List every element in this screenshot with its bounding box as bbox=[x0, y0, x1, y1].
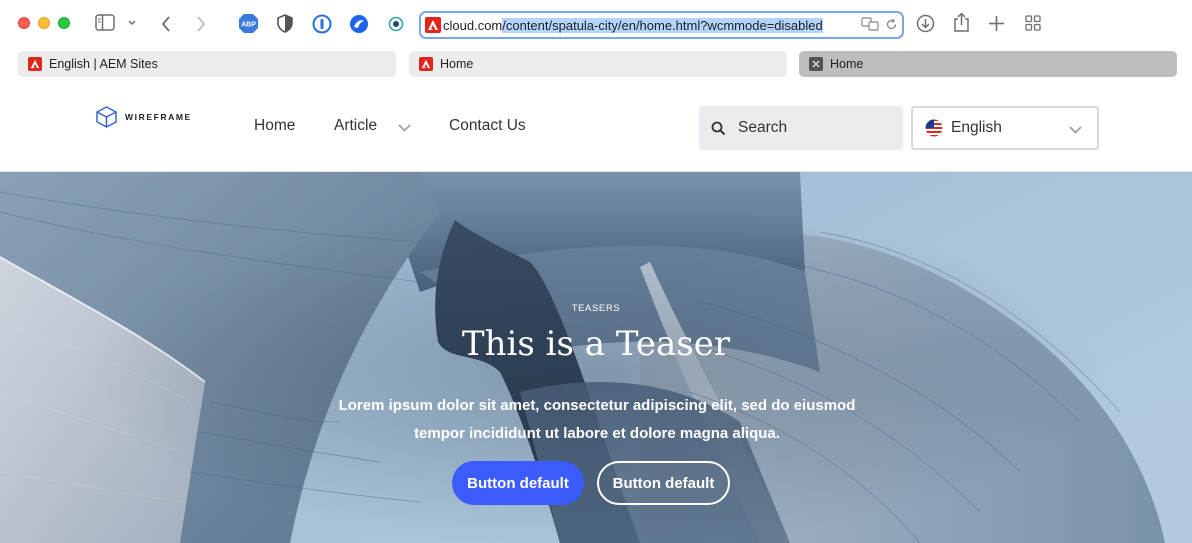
chevron-down-icon[interactable] bbox=[127, 19, 137, 27]
minimize-window-button[interactable] bbox=[38, 17, 50, 29]
hero-teaser: TEASERS This is a Teaser Lorem ipsum dol… bbox=[0, 172, 1192, 543]
tab-bar: English | AEM Sites Home Home bbox=[0, 48, 1192, 82]
reload-icon[interactable] bbox=[885, 18, 898, 34]
share-icon[interactable] bbox=[953, 12, 970, 33]
shield-icon[interactable] bbox=[277, 14, 293, 33]
search-input[interactable]: Search bbox=[699, 106, 903, 150]
tab-aem-sites[interactable]: English | AEM Sites bbox=[18, 51, 396, 77]
browser-toolbar: ABP cloud.com/content/spatula-city/en/ho… bbox=[0, 0, 1192, 48]
search-placeholder: Search bbox=[738, 119, 788, 136]
translate-icon[interactable] bbox=[861, 17, 879, 34]
url-actions bbox=[861, 17, 898, 34]
tab-label: Home bbox=[440, 57, 474, 71]
sidebar-icon[interactable] bbox=[95, 14, 115, 31]
tab-label: English | AEM Sites bbox=[49, 57, 158, 71]
chevron-down-icon bbox=[1068, 122, 1083, 140]
nav-home[interactable]: Home bbox=[254, 117, 295, 135]
tab-label: Home bbox=[830, 57, 864, 71]
url-selected-text: /content/spatula-city/en/home.html?wcmmo… bbox=[502, 17, 823, 33]
teaser-description: Lorem ipsum dolor sit amet, consectetur … bbox=[338, 397, 856, 442]
logo-text: WIREFRAME bbox=[125, 112, 192, 122]
download-icon[interactable] bbox=[916, 14, 935, 33]
password-manager-icon[interactable] bbox=[312, 14, 332, 34]
teaser-title: This is a Teaser bbox=[461, 324, 731, 364]
site-header: WIREFRAME Home Article Contact Us Search bbox=[0, 82, 1192, 172]
forward-icon[interactable] bbox=[195, 15, 207, 33]
teaser-pretitle: TEASERS bbox=[571, 303, 621, 314]
us-flag-icon bbox=[925, 119, 943, 137]
nav-contact-us[interactable]: Contact Us bbox=[449, 117, 526, 135]
nav-article[interactable]: Article bbox=[334, 117, 377, 135]
adobe-favicon-icon bbox=[28, 57, 42, 71]
back-icon[interactable] bbox=[160, 15, 172, 33]
primary-button[interactable]: Button default bbox=[452, 461, 584, 505]
site-logo[interactable]: WIREFRAME bbox=[96, 106, 192, 128]
tab-home-active[interactable]: Home bbox=[799, 51, 1177, 77]
language-label: English bbox=[951, 119, 1002, 136]
extension-icon[interactable] bbox=[349, 14, 369, 34]
url-prefix: cloud.com bbox=[443, 17, 503, 33]
tab-home[interactable]: Home bbox=[409, 51, 787, 77]
svg-text:ABP: ABP bbox=[241, 22, 256, 29]
chevron-down-icon[interactable] bbox=[397, 120, 412, 138]
secondary-button[interactable]: Button default bbox=[597, 461, 730, 505]
tab-overview-icon[interactable] bbox=[1025, 15, 1041, 31]
cube-logo-icon bbox=[96, 106, 117, 128]
adblock-icon[interactable]: ABP bbox=[238, 13, 259, 34]
adobe-favicon-icon bbox=[425, 17, 441, 33]
search-icon bbox=[711, 121, 726, 136]
language-select[interactable]: English bbox=[911, 106, 1099, 150]
adobe-favicon-icon bbox=[419, 57, 433, 71]
new-tab-icon[interactable] bbox=[988, 15, 1005, 32]
address-bar[interactable]: cloud.com/content/spatula-city/en/home.h… bbox=[419, 11, 904, 39]
close-window-button[interactable] bbox=[18, 17, 30, 29]
extension-dot-icon[interactable] bbox=[388, 16, 404, 32]
zoom-window-button[interactable] bbox=[58, 17, 70, 29]
close-tab-icon[interactable] bbox=[809, 57, 823, 71]
